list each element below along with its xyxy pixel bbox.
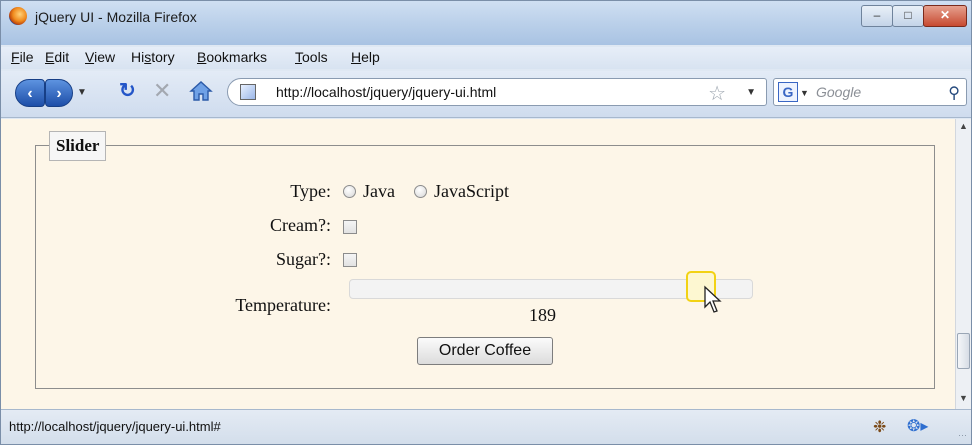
- url-bar[interactable]: http://localhost/jquery/jquery-ui.html ☆…: [227, 78, 767, 106]
- menu-view[interactable]: View: [85, 49, 115, 65]
- javascript-option-label[interactable]: JavaScript: [434, 181, 509, 202]
- back-forward-cluster: ‹ › ▼: [15, 79, 99, 107]
- menu-bar: File Edit View History Bookmarks Tools H…: [1, 47, 971, 69]
- url-text[interactable]: http://localhost/jquery/jquery-ui.html: [276, 84, 496, 100]
- vertical-scrollbar[interactable]: ▲ ▼: [955, 119, 971, 409]
- search-engine-dropdown-icon[interactable]: ▼: [800, 88, 809, 98]
- firebug-icon[interactable]: ❉: [873, 417, 886, 437]
- menu-help[interactable]: Help: [351, 49, 380, 65]
- menu-bookmarks[interactable]: Bookmarks: [197, 49, 267, 65]
- javascript-radio[interactable]: [414, 185, 427, 198]
- scroll-up-icon[interactable]: ▲: [959, 121, 968, 131]
- menu-file[interactable]: File: [11, 49, 34, 65]
- window-controls: – □ ✕: [861, 5, 967, 27]
- search-box[interactable]: G ▼ Google ⚲: [773, 78, 967, 106]
- navigation-toolbar: ‹ › ▼ ↻ ✕ http://localhost/jquery/jquery…: [1, 71, 971, 118]
- type-label: Type:: [290, 181, 331, 201]
- temperature-value: 189: [529, 305, 556, 325]
- menu-history[interactable]: History: [131, 49, 175, 65]
- search-placeholder[interactable]: Google: [816, 84, 861, 100]
- close-button[interactable]: ✕: [923, 5, 967, 27]
- title-bar: jQuery UI - Mozilla Firefox – □ ✕: [1, 1, 971, 45]
- bookmark-star-icon[interactable]: ☆: [708, 81, 726, 106]
- mouse-pointer-icon: [704, 285, 722, 313]
- sugar-checkbox[interactable]: [343, 253, 357, 267]
- temperature-label: Temperature:: [235, 295, 331, 315]
- page-favicon-icon: [240, 84, 256, 100]
- search-icon[interactable]: ⚲: [948, 83, 960, 103]
- menu-edit[interactable]: Edit: [45, 49, 69, 65]
- java-option-label[interactable]: Java: [363, 181, 395, 202]
- stop-icon[interactable]: ✕: [153, 79, 171, 103]
- status-bar: http://localhost/jquery/jquery-ui.html# …: [1, 409, 971, 444]
- sugar-label: Sugar?:: [276, 249, 331, 269]
- cream-checkbox[interactable]: [343, 220, 357, 234]
- home-icon[interactable]: [189, 80, 213, 102]
- google-engine-icon[interactable]: G: [778, 82, 798, 102]
- order-coffee-button[interactable]: Order Coffee: [417, 337, 553, 365]
- status-url: http://localhost/jquery/jquery-ui.html#: [9, 419, 221, 434]
- maximize-button[interactable]: □: [892, 5, 924, 27]
- window-title: jQuery UI - Mozilla Firefox: [35, 9, 197, 25]
- java-radio[interactable]: [343, 185, 356, 198]
- url-dropdown-icon[interactable]: ▼: [746, 87, 756, 98]
- reload-icon[interactable]: ↻: [119, 81, 136, 101]
- firefox-icon: [9, 7, 27, 25]
- minimize-button[interactable]: –: [861, 5, 893, 27]
- back-button[interactable]: ‹: [15, 79, 45, 107]
- addon-icon[interactable]: ❂▸: [907, 416, 928, 436]
- resize-grip-icon[interactable]: ⋯: [958, 430, 967, 441]
- browser-window: jQuery UI - Mozilla Firefox – □ ✕ File E…: [0, 0, 972, 445]
- fieldset-legend: Slider: [49, 131, 107, 161]
- menu-tools[interactable]: Tools: [295, 49, 328, 65]
- page-content: Slider Type: Java JavaScript Cream?: Sug…: [1, 119, 955, 409]
- forward-button[interactable]: ›: [45, 79, 73, 107]
- scrollbar-thumb[interactable]: [957, 333, 970, 369]
- cream-label: Cream?:: [270, 215, 331, 235]
- scroll-down-icon[interactable]: ▼: [959, 393, 968, 403]
- history-dropdown-icon[interactable]: ▼: [77, 87, 87, 98]
